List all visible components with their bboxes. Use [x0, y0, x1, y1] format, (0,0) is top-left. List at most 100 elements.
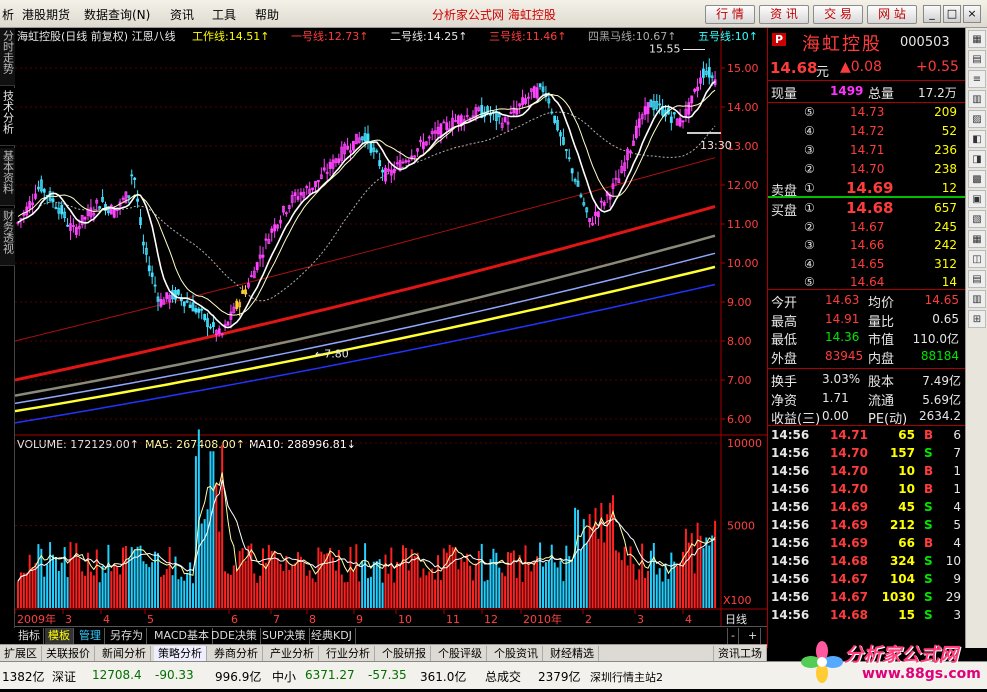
candle-body: [270, 228, 274, 233]
tab-fundamentals[interactable]: 基本资料: [0, 148, 15, 206]
volume-bar: [241, 548, 244, 608]
volume-bar: [597, 538, 600, 608]
menu-item-hk-futures[interactable]: 港股期货: [22, 6, 70, 23]
tick-volume: 15: [898, 608, 915, 622]
tool-icon-10[interactable]: ▧: [968, 210, 986, 228]
candle-body: [241, 290, 244, 294]
stat-label: 最低: [771, 333, 798, 348]
volume-bar: [652, 542, 655, 608]
volume-bar: [340, 574, 343, 608]
volume-bar: [606, 514, 609, 608]
tab-dde[interactable]: DDE决策: [208, 628, 261, 644]
volume-bar: [215, 483, 218, 608]
month-label: 4: [685, 613, 692, 626]
zoom-in-button[interactable]: +: [745, 628, 762, 644]
func-research[interactable]: 个股研报: [378, 646, 431, 661]
volume-bar: [305, 575, 308, 608]
func-stock-news[interactable]: 个股资讯: [490, 646, 543, 661]
func-news-analysis[interactable]: 新闻分析: [98, 646, 151, 661]
stat2-label: 换手: [771, 375, 798, 390]
quote-button[interactable]: 行 情: [705, 5, 755, 24]
tool-icon-14[interactable]: ▥: [968, 290, 986, 308]
volume-bar: [157, 553, 159, 608]
volume-bar: [28, 554, 31, 608]
menu-item-help[interactable]: 帮助: [255, 6, 279, 23]
menu-item-0[interactable]: 析: [2, 6, 14, 23]
volume-bar: [276, 557, 279, 608]
volume-bar: [550, 544, 553, 608]
info-button[interactable]: 资 讯: [759, 5, 809, 24]
tool-icon-6[interactable]: ◧: [968, 130, 986, 148]
tab-financials[interactable]: 财务透视: [0, 208, 15, 266]
total-volume: 17.2万: [918, 86, 957, 100]
tool-icon-11[interactable]: ▦: [968, 230, 986, 248]
tool-icon-7[interactable]: ◨: [968, 150, 986, 168]
func-rating[interactable]: 个股评级: [434, 646, 487, 661]
volume-bar: [518, 555, 521, 608]
indicator-1: 一号线:12.73↑: [291, 29, 368, 43]
volume-bar: [399, 562, 402, 608]
tool-icon-4[interactable]: ▥: [968, 90, 986, 108]
candle-body: [643, 106, 647, 115]
menu-item-news[interactable]: 资讯: [170, 6, 194, 23]
tab-intraday[interactable]: 分时走势: [0, 28, 15, 86]
candle-body: [524, 98, 527, 104]
tab-sup[interactable]: SUP决策: [259, 628, 310, 644]
tab-indicator[interactable]: 指标: [15, 628, 44, 644]
trade-button[interactable]: 交 易: [813, 5, 863, 24]
tab-kdj[interactable]: 经典KDJ: [308, 628, 356, 644]
tab-manage[interactable]: 管理: [76, 628, 105, 644]
func-strategy[interactable]: 策略分析: [154, 646, 207, 661]
func-related-quotes[interactable]: 关联报价: [42, 646, 95, 661]
current-volume-label: 现量: [771, 87, 798, 102]
tool-icon-9[interactable]: ▣: [968, 190, 986, 208]
tool-icon-15[interactable]: ⊞: [968, 310, 986, 328]
volume-bar: [334, 570, 337, 608]
candle-body: [445, 122, 449, 131]
tab-macd[interactable]: MACD基本: [151, 628, 213, 644]
zoom-out-button[interactable]: -: [727, 628, 739, 644]
func-sector[interactable]: 行业分析: [322, 646, 375, 661]
volume-bar: [533, 561, 536, 608]
tab-template[interactable]: 模板: [45, 628, 74, 644]
station-name[interactable]: 深圳行情主站2: [590, 669, 663, 685]
menu-item-tools[interactable]: 工具: [212, 6, 236, 23]
func-info-workshop[interactable]: 资讯工场: [713, 646, 767, 661]
chart-canvas[interactable]: 15.00 14.00 13.00 12.00 11.00 10.00 9.00 8.00 7.…: [15, 28, 767, 626]
tool-icon-5[interactable]: ▨: [968, 110, 986, 128]
volume-bar: [107, 544, 110, 608]
tool-icon-1[interactable]: ▦: [968, 30, 986, 48]
tool-icon-12[interactable]: ◫: [968, 250, 986, 268]
volume-bar: [410, 549, 413, 608]
volume-bar: [332, 557, 334, 608]
restore-icon[interactable]: □: [943, 5, 961, 23]
minimize-icon[interactable]: _: [923, 5, 941, 23]
func-industry-chain[interactable]: 产业分析: [266, 646, 319, 661]
tool-icon-8[interactable]: ▩: [968, 170, 986, 188]
tab-save-as[interactable]: 另存为: [107, 628, 147, 644]
tool-icon-2[interactable]: ▤: [968, 50, 986, 68]
kline-chart[interactable]: 15.00 14.00 13.00 12.00 11.00 10.00 9.00 8.00 7.…: [15, 28, 767, 626]
tick-time: 14:56: [771, 500, 810, 514]
close-icon[interactable]: ×: [963, 5, 981, 23]
ask-price: 14.72: [850, 124, 885, 138]
website-button[interactable]: 网 站: [867, 5, 917, 24]
func-extension[interactable]: 扩展区: [0, 646, 42, 661]
zx-label: 中小: [272, 670, 297, 684]
volume-bar: [556, 567, 559, 608]
tool-icon-3[interactable]: ≡: [968, 70, 986, 88]
tool-icon-13[interactable]: ▤: [968, 270, 986, 288]
volume-bar: [422, 568, 425, 608]
func-finance-picks[interactable]: 财经精选: [546, 646, 599, 661]
tick-side: S: [924, 446, 933, 460]
volume-bar: [364, 543, 367, 608]
month-label: 3: [65, 613, 72, 626]
tab-technical[interactable]: 技术分析: [0, 88, 15, 146]
volume-bar: [320, 551, 323, 608]
menu-item-data-query[interactable]: 数据查询(N): [84, 6, 150, 23]
func-broker[interactable]: 券商分析: [210, 646, 263, 661]
candle-body: [527, 96, 530, 99]
volume-bar: [200, 523, 203, 608]
volume-bar: [302, 562, 305, 608]
tick-time: 14:56: [771, 590, 810, 604]
